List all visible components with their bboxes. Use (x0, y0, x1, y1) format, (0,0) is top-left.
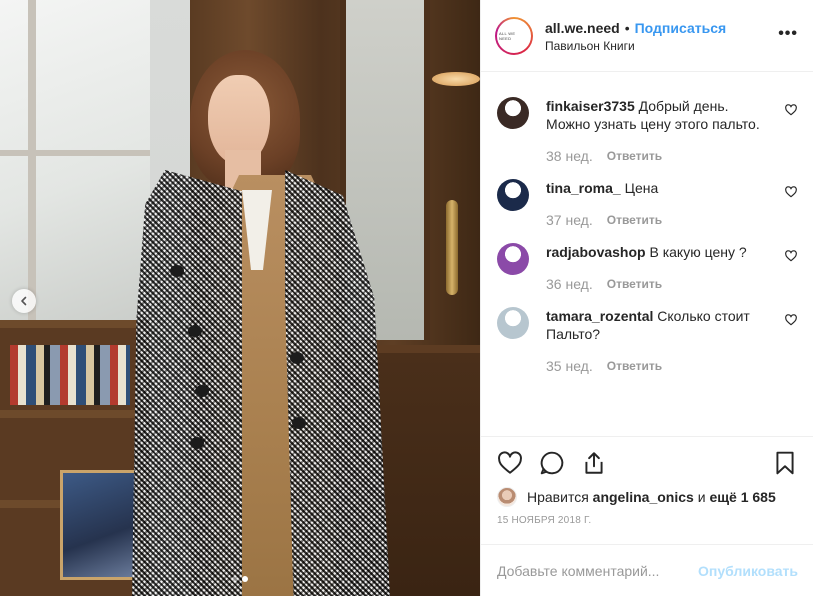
photo-coat (132, 170, 242, 596)
chevron-left-icon (21, 296, 27, 306)
share-icon[interactable] (581, 450, 607, 476)
comment-username[interactable]: tamara_rozental (546, 308, 653, 324)
location-link[interactable]: Павильон Книги (545, 39, 726, 53)
follow-button[interactable]: Подписаться (635, 19, 727, 37)
bookmark-icon[interactable] (772, 450, 798, 476)
comment-item: tina_roma_ Цена 37 нед. Ответить (497, 179, 798, 229)
comment-avatar[interactable] (497, 243, 529, 275)
comment-input[interactable] (497, 562, 699, 579)
comment-username[interactable]: radjabovashop (546, 244, 646, 260)
comment-avatar[interactable] (497, 179, 529, 211)
comment-username[interactable]: tina_roma_ (546, 180, 621, 196)
carousel-dot-active (242, 576, 248, 582)
post-header: ALL WE NEED all.we.need • Подписаться Па… (481, 0, 813, 72)
comment-like-heart-icon[interactable] (784, 249, 798, 263)
avatar-logo: ALL WE NEED (499, 30, 516, 41)
separator-dot: • (624, 19, 630, 36)
likes-summary: Нравится angelina_onics и ещё 1 685 (497, 487, 798, 507)
comment-item: finkaiser3735 Добрый день. Можно узнать … (497, 97, 798, 165)
likes-count-link[interactable]: ещё 1 685 (709, 489, 775, 505)
publish-button[interactable]: Опубликовать (698, 563, 798, 579)
reply-button[interactable]: Ответить (607, 275, 662, 293)
post-date[interactable]: 15 ноября 2018 г. (497, 515, 798, 526)
comment-text: Цена (624, 180, 659, 196)
photo-window (0, 0, 150, 330)
comment-text: В какую цену ? (649, 244, 747, 260)
comment-avatar[interactable] (497, 97, 529, 129)
post-photo[interactable] (0, 0, 480, 596)
comment-item: tamara_rozental Сколько стоит Пальто? 35 … (497, 307, 798, 375)
profile-username[interactable]: all.we.need (545, 19, 620, 37)
reply-button[interactable]: Ответить (607, 211, 662, 229)
comment-like-heart-icon[interactable] (784, 185, 798, 199)
comment-avatar[interactable] (497, 307, 529, 339)
carousel-dots (0, 576, 480, 582)
post-side-panel: ALL WE NEED all.we.need • Подписаться Па… (480, 0, 813, 596)
comment-age[interactable]: 35 нед. (546, 357, 593, 375)
profile-avatar[interactable]: ALL WE NEED (495, 16, 533, 55)
comment-age[interactable]: 37 нед. (546, 211, 593, 229)
heart-icon[interactable] (497, 450, 523, 476)
carousel-dot (232, 576, 238, 582)
liker-avatar (497, 487, 517, 507)
comment-like-heart-icon[interactable] (784, 103, 798, 117)
carousel-prev-button[interactable] (12, 289, 36, 313)
liker-username[interactable]: angelina_onics (593, 489, 694, 505)
comment-age[interactable]: 36 нед. (546, 275, 593, 293)
post-actions: Нравится angelina_onics и ещё 1 685 15 н… (481, 436, 813, 526)
comment-username[interactable]: finkaiser3735 (546, 98, 635, 114)
comment-age[interactable]: 38 нед. (546, 147, 593, 165)
add-comment-bar: Опубликовать (481, 544, 813, 596)
comment-like-heart-icon[interactable] (784, 313, 798, 327)
instagram-post: ALL WE NEED all.we.need • Подписаться Па… (0, 0, 813, 596)
comment-icon[interactable] (539, 450, 565, 476)
reply-button[interactable]: Ответить (607, 357, 662, 375)
more-options-icon[interactable]: ••• (778, 25, 798, 43)
reply-button[interactable]: Ответить (607, 147, 662, 165)
comments-list: finkaiser3735 Добрый день. Можно узнать … (481, 73, 813, 435)
comment-item: radjabovashop В какую цену ? 36 нед. Ответ… (497, 243, 798, 293)
